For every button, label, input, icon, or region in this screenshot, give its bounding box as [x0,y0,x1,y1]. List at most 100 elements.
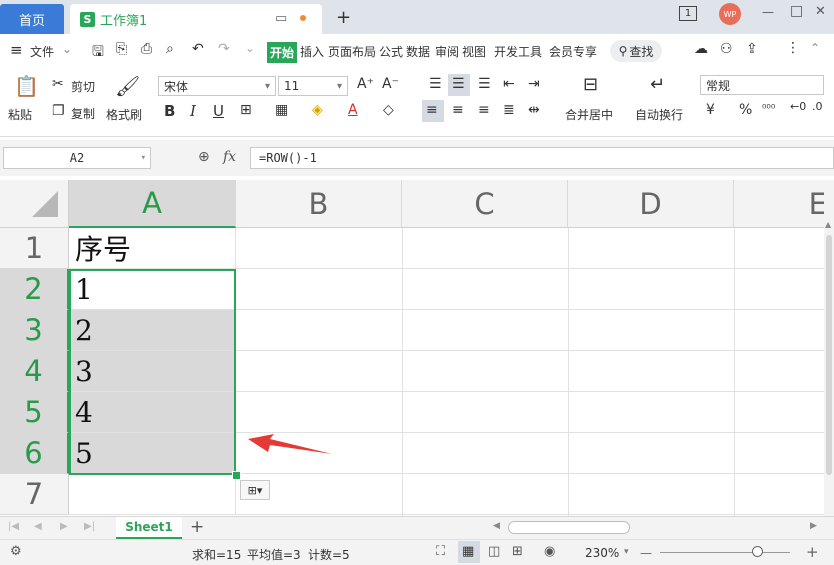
file-menu[interactable]: 文件 [30,43,54,60]
align-bottom-icon[interactable]: ☰ [478,76,491,92]
zoom-level[interactable]: 230% [585,546,619,560]
document-tab[interactable]: S 工作簿1 ▭ [70,4,322,34]
export-icon[interactable]: ⎘ [116,41,127,57]
indent-increase-icon[interactable]: ⇥ [528,76,540,92]
collapse-ribbon-icon[interactable]: ⌃ [810,41,820,55]
tab-formulas[interactable]: 公式 [379,43,403,60]
cell-a4[interactable]: 3 [69,351,236,392]
number-format-select[interactable]: 常规 [700,75,824,95]
search-button[interactable]: ⚲ 查找 [610,40,662,62]
more-options-icon[interactable]: ⋮ [786,40,800,56]
thousands-icon[interactable]: ⁰⁰⁰ [762,102,775,115]
page-layout-view-icon[interactable]: ◫ [488,544,500,559]
zoom-slider-track[interactable] [660,552,790,553]
font-name-select[interactable]: 宋体 ▾ [158,76,276,96]
decrease-font-icon[interactable]: A⁻ [382,76,399,92]
cloud-icon[interactable]: ☁ [694,41,708,57]
cell-a6[interactable]: 5 [69,433,236,474]
last-sheet-icon[interactable]: ▶| [84,521,95,532]
font-color-icon[interactable]: A [348,102,358,118]
merge-center-button[interactable]: 合并居中 [565,106,613,123]
tab-review[interactable]: 审阅 [435,43,459,60]
next-sheet-icon[interactable]: ▶ [60,521,68,532]
auto-fill-options-button[interactable]: ⊞▾ [240,480,270,500]
tab-data[interactable]: 数据 [406,43,430,60]
row-header-4[interactable]: 4 [0,351,69,392]
row-header-6[interactable]: 6 [0,433,69,474]
tab-developer[interactable]: 开发工具 [494,43,542,60]
zoom-in-button[interactable]: + [806,543,819,561]
scroll-right-icon[interactable]: ▶ [810,521,817,531]
home-tab[interactable]: 首页 [0,4,64,34]
new-tab-button[interactable]: + [336,7,351,28]
share-user-icon[interactable]: ⚇ [720,41,733,57]
add-sheet-button[interactable]: + [190,517,204,537]
align-right-icon[interactable]: ≡ [478,102,490,118]
fx-button[interactable]: fx [223,149,236,165]
justify-icon[interactable]: ≣ [503,102,515,118]
screen-icon[interactable]: ▭ [275,11,287,26]
zoom-slider-thumb[interactable] [752,546,763,557]
redo-icon[interactable]: ↷ [218,41,230,57]
eraser-icon[interactable]: ◇ [383,102,394,118]
column-header-d[interactable]: D [568,180,734,228]
wrap-text-button[interactable]: 自动换行 [635,106,683,123]
prev-sheet-icon[interactable]: ◀ [34,521,42,532]
currency-button[interactable]: ¥ [706,102,715,118]
print-preview-icon[interactable]: ⌕ [166,41,174,57]
first-sheet-icon[interactable]: |◀ [8,521,19,532]
column-header-a[interactable]: A [69,180,236,228]
increase-font-icon[interactable]: A⁺ [357,76,374,92]
page-break-view-icon[interactable]: ⊞ [512,544,523,559]
chevron-down-icon[interactable]: ⌄ [62,42,72,56]
fill-pattern-icon[interactable]: ▦ [275,102,288,118]
italic-button[interactable]: I [190,102,196,120]
reading-mode-icon[interactable]: ◉ [544,544,555,559]
column-header-e[interactable]: E [734,180,824,228]
align-center-icon[interactable]: ≡ [452,102,464,118]
select-all-corner[interactable] [0,180,69,228]
cell-a2[interactable]: 1 [69,269,236,310]
sheet-tab-sheet1[interactable]: Sheet1 [116,517,182,539]
tab-insert[interactable]: 插入 [300,43,324,60]
print-icon[interactable]: ⎙ [141,41,152,57]
underline-button[interactable]: U [213,102,224,120]
row-header-1[interactable]: 1 [0,228,69,269]
hamburger-icon[interactable]: ≡ [10,41,23,59]
cell-a1[interactable]: 序号 [69,228,236,269]
paste-button[interactable]: 粘贴 [8,106,32,123]
column-header-b[interactable]: B [236,180,402,228]
cell-a5[interactable]: 4 [69,392,236,433]
indent-decrease-icon[interactable]: ⇤ [503,76,515,92]
row-header-3[interactable]: 3 [0,310,69,351]
name-box[interactable]: A2 ▾ [3,147,151,169]
increase-decimal-icon[interactable]: ←0 [790,100,806,113]
macro-icon[interactable]: ⚙ [10,544,22,559]
zoom-formula-icon[interactable]: ⊕ [198,149,210,165]
share-icon[interactable]: ⇪ [746,41,758,57]
border-icon[interactable]: ⊞ [240,102,252,118]
decrease-decimal-icon[interactable]: .0 [812,100,823,113]
close-button[interactable]: ✕ [815,4,826,19]
maximize-button[interactable]: □ [790,3,803,19]
fill-color-icon[interactable]: ◈ [312,102,323,118]
minimize-button[interactable]: — [762,5,774,19]
undo-icon[interactable]: ↶ [192,41,204,57]
bold-button[interactable]: B [164,102,175,120]
scroll-left-icon[interactable]: ◀ [493,521,500,531]
save-icon[interactable]: 🖫 [92,41,104,65]
align-top-icon[interactable]: ☰ [429,76,442,92]
percent-button[interactable]: % [739,102,752,118]
tab-home[interactable]: 开始 [267,42,298,63]
scroll-up-icon[interactable]: ▲ [825,220,831,229]
row-header-5[interactable]: 5 [0,392,69,433]
column-header-c[interactable]: C [402,180,568,228]
avatar[interactable]: WP [719,3,741,25]
vertical-scrollbar[interactable]: ▲ [824,180,834,516]
font-size-select[interactable]: 11 ▾ [278,76,348,96]
row-header-7[interactable]: 7 [0,474,69,515]
tab-member[interactable]: 会员专享 [549,43,597,60]
fill-handle[interactable] [232,471,241,480]
formula-input[interactable]: =ROW()-1 [250,147,834,169]
zoom-dropdown-icon[interactable]: ▾ [624,547,629,557]
